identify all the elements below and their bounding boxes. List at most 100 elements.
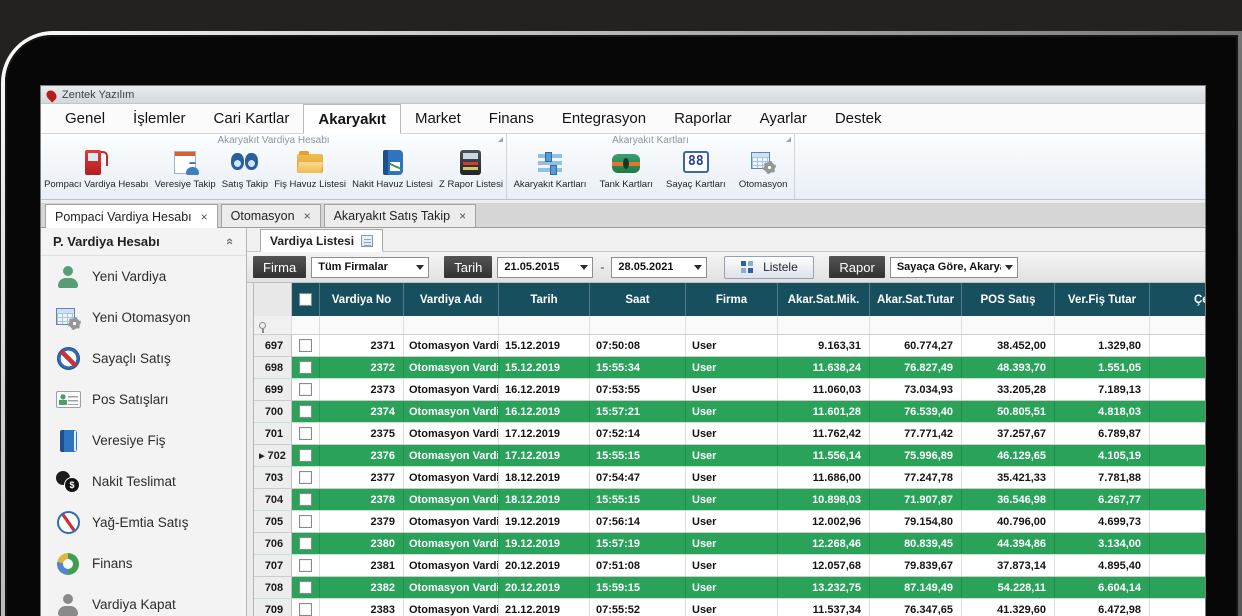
menu-item[interactable]: Destek <box>821 104 896 133</box>
menu-item[interactable]: Raporlar <box>660 104 746 133</box>
table-row[interactable]: 706 2380 Otomasyon Vardiya 19.12.2019 15… <box>254 533 1205 555</box>
column-header[interactable]: Firma <box>686 283 778 316</box>
table-row[interactable]: 708 2382 Otomasyon Vardiya 20.12.2019 15… <box>254 577 1205 599</box>
menu-item[interactable]: Cari Kartlar <box>200 104 304 133</box>
row-checkbox[interactable] <box>299 581 312 594</box>
row-checkbox[interactable] <box>299 603 312 616</box>
sidebar-item-label: Yeni Vardiya <box>92 269 166 284</box>
table-row[interactable]: ▶ 702 2376 Otomasyon Vardiya 17.12.2019 … <box>254 445 1205 467</box>
collapse-chevron-icon[interactable]: « <box>223 238 238 245</box>
row-checkbox[interactable] <box>299 405 312 418</box>
filter-cell[interactable] <box>962 316 1055 334</box>
row-checkbox[interactable] <box>299 537 312 550</box>
ribbon-button[interactable]: Sayaç Kartları <box>663 147 729 190</box>
row-checkbox[interactable] <box>299 339 312 352</box>
row-checkbox[interactable] <box>299 559 312 572</box>
filter-cell[interactable] <box>1055 316 1150 334</box>
close-icon[interactable]: × <box>201 211 208 223</box>
filter-cell[interactable] <box>499 316 590 334</box>
sidebar-item[interactable]: Yağ-Emtia Satış <box>41 502 246 543</box>
sidebar-item[interactable]: Pos Satışları <box>41 379 246 420</box>
ribbon-button[interactable]: Nakit Havuz Listesi <box>349 147 436 190</box>
date-from-picker[interactable]: 21.05.2015 <box>497 257 593 278</box>
menu-item[interactable]: Akaryakıt <box>303 104 401 134</box>
filter-cell[interactable] <box>320 316 404 334</box>
row-checkbox[interactable] <box>299 427 312 440</box>
sidebar-item[interactable]: Veresiye Fiş <box>41 420 246 461</box>
cell-akar-sat-mik: 13.232,75 <box>778 577 870 598</box>
firma-combobox[interactable]: Tüm Firmalar <box>311 257 429 278</box>
table-row[interactable]: 704 2378 Otomasyon Vardiya 18.12.2019 15… <box>254 489 1205 511</box>
menu-item[interactable]: Market <box>401 104 475 133</box>
cell-vardiya-no: 2371 <box>320 335 404 356</box>
ribbon-button[interactable]: Satış Takip <box>219 147 271 190</box>
cell-firma: User <box>686 379 778 400</box>
sidebar-item[interactable]: Finans <box>41 543 246 584</box>
ribbon-button[interactable]: Veresiye Takip <box>152 147 219 190</box>
document-tab[interactable]: Pompaci Vardiya Hesabı × <box>45 204 218 228</box>
date-to-picker[interactable]: 28.05.2021 <box>611 257 707 278</box>
menu-item[interactable]: Genel <box>51 104 119 133</box>
ribbon-button[interactable]: Fiş Havuz Listesi <box>271 147 349 190</box>
column-header[interactable]: Akar.Sat.Tutar <box>870 283 962 316</box>
menu-item[interactable]: Finans <box>475 104 548 133</box>
ribbon-button[interactable]: Otomasyon <box>736 147 791 190</box>
table-row[interactable]: 709 2383 Otomasyon Vardiya 21.12.2019 07… <box>254 599 1205 616</box>
cell-pos-satis: 37.257,67 <box>962 423 1055 444</box>
row-checkbox[interactable] <box>299 471 312 484</box>
sidebar-item[interactable]: Yeni Vardiya <box>41 256 246 297</box>
row-checkbox[interactable] <box>299 383 312 396</box>
sidebar-header: P. Vardiya Hesabı « <box>41 228 246 256</box>
sidebar-item[interactable]: Sayaçlı Satış <box>41 338 246 379</box>
rapor-combobox[interactable]: Sayaça Göre, Akaryak... <box>890 257 1018 278</box>
filter-cell[interactable] <box>1150 316 1205 334</box>
menu-item[interactable]: Ayarlar <box>746 104 821 133</box>
cell-akar-sat-mik: 11.638,24 <box>778 357 870 378</box>
list-grid-icon <box>741 261 754 274</box>
column-header[interactable]: Tarih <box>499 283 590 316</box>
column-header[interactable]: Ver.Fiş Tutar <box>1055 283 1150 316</box>
table-row[interactable]: 707 2381 Otomasyon Vardiya 20.12.2019 07… <box>254 555 1205 577</box>
table-row[interactable]: 703 2377 Otomasyon Vardiya 18.12.2019 07… <box>254 467 1205 489</box>
sidebar-item[interactable]: Nakit Teslimat <box>41 461 246 502</box>
filter-cell[interactable] <box>404 316 499 334</box>
row-checkbox[interactable] <box>299 493 312 506</box>
table-row[interactable]: 705 2379 Otomasyon Vardiya 19.12.2019 07… <box>254 511 1205 533</box>
tab-vardiya-listesi[interactable]: Vardiya Listesi <box>260 229 383 252</box>
ribbon-button[interactable]: Pompacı Vardiya Hesabı <box>41 147 151 190</box>
ribbon-button-label: Pompacı Vardiya Hesabı <box>44 179 148 190</box>
sidebar-item[interactable]: Vardiya Kapat <box>41 584 246 616</box>
menu-item[interactable]: Entegrasyon <box>548 104 660 133</box>
ribbon-button[interactable]: Tank Kartları <box>597 147 656 190</box>
close-icon[interactable]: × <box>459 210 466 222</box>
filter-cell[interactable] <box>870 316 962 334</box>
document-tab[interactable]: Akaryakıt Satış Takip × <box>324 204 477 227</box>
column-header[interactable]: Vardiya No <box>320 283 404 316</box>
select-all-checkbox[interactable] <box>299 293 312 306</box>
table-row[interactable]: 698 2372 Otomasyon Vardiya 15.12.2019 15… <box>254 357 1205 379</box>
sidebar-item[interactable]: Yeni Otomasyon <box>41 297 246 338</box>
row-checkbox[interactable] <box>299 515 312 528</box>
listele-button[interactable]: Listele <box>724 256 814 279</box>
row-checkbox[interactable] <box>299 449 312 462</box>
select-all-header[interactable] <box>292 283 320 316</box>
filter-cell[interactable] <box>590 316 686 334</box>
table-row[interactable]: 699 2373 Otomasyon Vardiya 16.12.2019 07… <box>254 379 1205 401</box>
ribbon-button[interactable]: Z Rapor Listesi <box>436 147 506 190</box>
table-row[interactable]: 700 2374 Otomasyon Vardiya 16.12.2019 15… <box>254 401 1205 423</box>
filter-cell[interactable] <box>778 316 870 334</box>
table-row[interactable]: 701 2375 Otomasyon Vardiya 17.12.2019 07… <box>254 423 1205 445</box>
ribbon-button-icon <box>297 154 323 173</box>
column-header[interactable]: Vardiya Adı <box>404 283 499 316</box>
column-header[interactable]: Akar.Sat.Mik. <box>778 283 870 316</box>
filter-cell[interactable] <box>686 316 778 334</box>
ribbon-button[interactable]: Akaryakıt Kartları <box>511 147 590 190</box>
menu-item[interactable]: İşlemler <box>119 104 200 133</box>
column-header[interactable]: Saat <box>590 283 686 316</box>
row-checkbox[interactable] <box>299 361 312 374</box>
table-row[interactable]: 697 2371 Otomasyon Vardiya 15.12.2019 07… <box>254 335 1205 357</box>
document-tab[interactable]: Otomasyon × <box>221 204 321 227</box>
column-header[interactable]: POS Satış <box>962 283 1055 316</box>
close-icon[interactable]: × <box>304 210 311 222</box>
column-header[interactable]: Çek <box>1150 283 1205 316</box>
